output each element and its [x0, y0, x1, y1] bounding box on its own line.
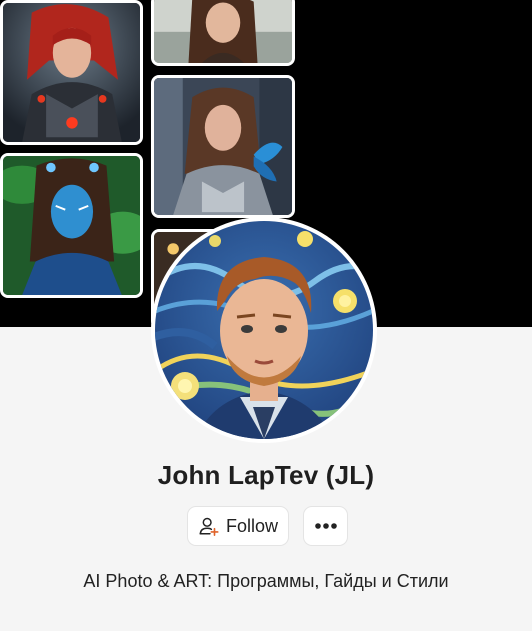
user-add-icon: [199, 517, 219, 536]
profile-actions: Follow: [0, 506, 532, 546]
profile-avatar-frame: [151, 217, 377, 443]
profile-name: John LapTev (JL): [157, 460, 375, 490]
profile-bio: AI Photo & ART: Программы, Гайды и Стили: [83, 571, 449, 591]
follow-button[interactable]: Follow: [187, 506, 289, 546]
avatar[interactable]: [155, 221, 373, 439]
more-options-button[interactable]: [303, 506, 348, 546]
follow-label: Follow: [225, 515, 278, 536]
cover-image-blue-face-woman[interactable]: [0, 153, 143, 298]
cover-image-seaside-woman[interactable]: [151, 0, 295, 66]
cover-image-armor-woman[interactable]: [0, 0, 143, 145]
more-horizontal-icon: [314, 523, 337, 529]
cover-image-butterfly-woman[interactable]: [151, 75, 295, 218]
